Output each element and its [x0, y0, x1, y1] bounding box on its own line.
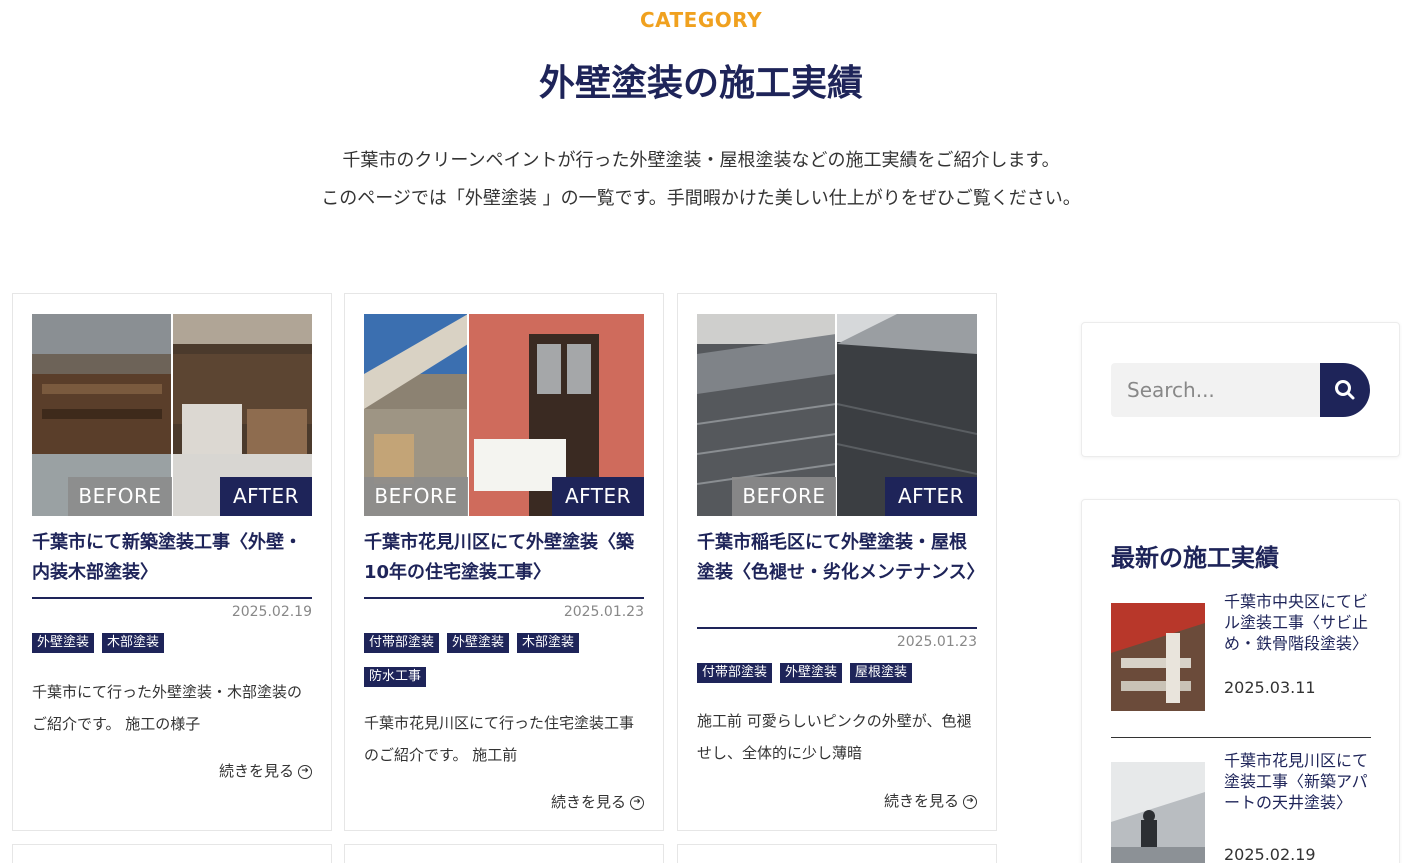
before-after-image[interactable]: BEFORE AFTER — [364, 314, 644, 516]
arrow-right-circle-icon: ➜ — [963, 794, 977, 809]
recent-post-thumbnail[interactable] — [1111, 603, 1205, 711]
read-more-link[interactable]: 続きを見る ➜ — [219, 760, 312, 781]
read-more-label: 続きを見る — [883, 792, 959, 810]
post-card[interactable] — [677, 844, 997, 863]
title-divider — [364, 597, 644, 599]
category-tag[interactable]: 外壁塗装 — [447, 633, 510, 653]
post-card[interactable]: BEFORE AFTER 千葉市稲毛区にて外壁塗装・屋根塗装〈色褪せ・劣化メンテ… — [677, 293, 997, 831]
before-label: BEFORE — [732, 477, 836, 516]
title-divider — [32, 597, 312, 599]
category-tag[interactable]: 外壁塗装 — [780, 663, 843, 683]
category-tag[interactable]: 木部塗装 — [517, 633, 580, 653]
category-tags: 付帯部塗装 外壁塗装 木部塗装防水工事 — [364, 631, 646, 699]
post-excerpt: 千葉市にて行った外壁塗装・木部塗装のご紹介です。 施工の様子 — [32, 683, 303, 733]
before-label: BEFORE — [68, 477, 172, 516]
recent-works-title: 最新の施工実績 — [1111, 544, 1279, 572]
post-title[interactable]: 千葉市にて新築塗装工事〈外壁・内装木部塗装〉 — [32, 528, 314, 588]
read-more-label: 続きを見る — [550, 793, 626, 811]
post-excerpt: 施工前 可愛らしいピンクの外壁が、色褪せし、全体的に少し薄暗 — [697, 712, 972, 762]
category-intro: 千葉市のクリーンペイントが行った外壁塗装・屋根塗装などの施工実績をご紹介します。… — [0, 142, 1402, 218]
category-tag[interactable]: 防水工事 — [364, 667, 427, 687]
before-after-image[interactable]: BEFORE AFTER — [697, 314, 977, 516]
read-more-link[interactable]: 続きを見る ➜ — [884, 790, 977, 811]
page-title: 外壁塗装の施工実績 — [538, 63, 863, 104]
post-excerpt: 千葉市花見川区にて行った住宅塗装工事のご紹介です。 施工前 — [364, 714, 635, 764]
category-tag[interactable]: 付帯部塗装 — [697, 663, 773, 683]
search-icon — [1335, 380, 1355, 400]
recent-post-title[interactable]: 千葉市中央区にてビル塗装工事〈サビ止め・鉄骨階段塗装〉 — [1224, 591, 1374, 654]
read-more-label: 続きを見る — [218, 762, 294, 780]
read-more-link[interactable]: 続きを見る ➜ — [551, 791, 644, 812]
category-tags: 付帯部塗装 外壁塗装 屋根塗装 — [697, 661, 979, 695]
post-title[interactable]: 千葉市稲毛区にて外壁塗装・屋根塗装〈色褪せ・劣化メンテナンス〉 — [697, 528, 985, 588]
search-widget — [1081, 322, 1400, 457]
post-card[interactable]: BEFORE AFTER 千葉市花見川区にて外壁塗装〈築10年の住宅塗装工事〉 … — [344, 293, 664, 831]
recent-divider — [1111, 737, 1371, 738]
post-date: 2025.02.19 — [231, 604, 312, 620]
arrow-right-circle-icon: ➜ — [630, 795, 644, 810]
steel-stairs-photo — [1111, 603, 1205, 711]
post-date: 2025.01.23 — [896, 634, 977, 650]
intro-line: 千葉市のクリーンペイントが行った外壁塗装・屋根塗装などの施工実績をご紹介します。 — [342, 150, 1060, 171]
recent-post[interactable]: 千葉市花見川区にて塗装工事〈新築アパートの天井塗装〉 2025.02.19 — [1111, 750, 1371, 863]
post-card[interactable] — [344, 844, 664, 863]
before-after-image[interactable]: BEFORE AFTER — [32, 314, 312, 516]
recent-works-widget: 最新の施工実績 千葉市中央区にてビル塗装工事〈サビ止め・鉄骨階段塗装〉 2025… — [1081, 499, 1400, 863]
recent-post-title[interactable]: 千葉市花見川区にて塗装工事〈新築アパートの天井塗装〉 — [1224, 750, 1374, 813]
category-tag[interactable]: 付帯部塗装 — [364, 633, 440, 653]
category-tag[interactable]: 外壁塗装 — [32, 633, 95, 653]
before-label: BEFORE — [364, 477, 468, 516]
search-button[interactable] — [1320, 363, 1370, 417]
category-tags: 外壁塗装 木部塗装 — [32, 631, 314, 665]
category-tag[interactable]: 屋根塗装 — [850, 663, 913, 683]
recent-post-thumbnail[interactable] — [1111, 762, 1205, 863]
after-label: AFTER — [885, 477, 977, 516]
title-divider — [697, 627, 977, 629]
recent-post[interactable]: 千葉市中央区にてビル塗装工事〈サビ止め・鉄骨階段塗装〉 2025.03.11 — [1111, 591, 1371, 721]
post-title[interactable]: 千葉市花見川区にて外壁塗装〈築10年の住宅塗装工事〉 — [364, 528, 646, 588]
category-eyebrow: CATEGORY — [639, 8, 763, 32]
post-card[interactable] — [12, 844, 332, 863]
after-label: AFTER — [220, 477, 312, 516]
search-input[interactable] — [1111, 363, 1321, 417]
ceiling-photo — [1111, 762, 1205, 863]
recent-post-date: 2025.03.11 — [1224, 678, 1316, 697]
after-label: AFTER — [552, 477, 644, 516]
category-tag[interactable]: 木部塗装 — [102, 633, 165, 653]
post-card[interactable]: BEFORE AFTER 千葉市にて新築塗装工事〈外壁・内装木部塗装〉 2025… — [12, 293, 332, 831]
post-date: 2025.01.23 — [563, 604, 644, 620]
recent-post-date: 2025.02.19 — [1224, 845, 1316, 863]
arrow-right-circle-icon: ➜ — [298, 764, 312, 779]
intro-line: このページでは「外壁塗装 」の一覧です。手間暇かけた美しい仕上がりをぜひご覧くだ… — [321, 188, 1081, 209]
